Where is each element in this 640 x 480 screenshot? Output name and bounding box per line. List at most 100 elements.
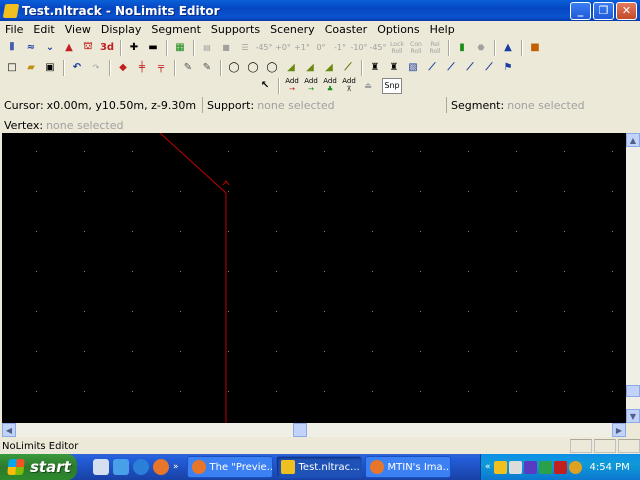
three-d-button[interactable]: 3d [98, 39, 116, 56]
warning-triangle-icon[interactable]: ▲ [499, 39, 517, 56]
block-b-icon[interactable]: ◢ [301, 59, 319, 76]
pointer-icon[interactable]: ↖ [256, 77, 274, 94]
menu-view[interactable]: View [60, 23, 96, 36]
stop-icon[interactable]: ⬣ [472, 39, 490, 56]
rotate-minus45-button[interactable]: -45° [255, 39, 273, 56]
undo-icon[interactable]: ↶ [68, 59, 86, 76]
add-beam-button[interactable]: Add → [302, 77, 320, 94]
cylinder-c-icon[interactable]: ◯ [263, 59, 281, 76]
double-pencil-icon[interactable]: ✎ [198, 59, 216, 76]
support-view-icon[interactable]: ⛫ [79, 39, 97, 56]
tray-security-icon[interactable] [538, 460, 552, 474]
track-piece-icon[interactable]: ◆ [114, 59, 132, 76]
taskbar-item-images[interactable]: MTIN's Ima... [364, 456, 451, 478]
rel-roll-button[interactable]: Rel Roll [426, 39, 444, 56]
chevron-right-icon[interactable]: » [173, 462, 179, 472]
rotate-minus10-button[interactable]: -10° [350, 39, 368, 56]
vertical-scroll-thumb[interactable] [626, 385, 640, 397]
scenery-icon[interactable]: ■ [526, 39, 544, 56]
menu-segment[interactable]: Segment [146, 23, 206, 36]
menu-file[interactable]: File [0, 23, 28, 36]
new-file-icon[interactable]: □ [3, 59, 21, 76]
cylinder-icon[interactable]: ◯ [225, 59, 243, 76]
help-icon[interactable] [93, 459, 109, 475]
scroll-left-icon[interactable]: ◀ [2, 423, 16, 437]
cylinder-b-icon[interactable]: ◯ [244, 59, 262, 76]
close-button[interactable]: ✕ [616, 1, 637, 20]
scroll-down-icon[interactable]: ▼ [626, 409, 640, 423]
redo-icon[interactable]: ↷ [87, 59, 105, 76]
track-segment-line[interactable] [159, 132, 227, 423]
menu-edit[interactable]: Edit [28, 23, 59, 36]
rotate-minus45-b-button[interactable]: -45° [369, 39, 387, 56]
edge-b-icon[interactable]: ⟋ [442, 59, 460, 76]
tray-network-icon[interactable] [523, 460, 537, 474]
flag-icon[interactable]: ⚑ [499, 59, 517, 76]
status-strip: Cursor: x0.00m, y10.50m, z-9.30m Support… [0, 96, 640, 114]
join-icon[interactable]: ╤ [152, 59, 170, 76]
square-icon[interactable]: ■ [217, 39, 235, 56]
editor-viewport[interactable] [2, 132, 626, 423]
start-button[interactable]: start [0, 454, 77, 480]
ground-icon[interactable]: ⏏ [359, 77, 377, 94]
vertex-marker[interactable] [222, 180, 230, 186]
snap-button[interactable]: Snp [382, 77, 402, 94]
align-icon[interactable]: ☰ [236, 39, 254, 56]
grid-icon[interactable]: ▦ [171, 39, 189, 56]
con-roll-button[interactable]: Con Roll [407, 39, 425, 56]
add-support-button[interactable]: Add ⊼ [340, 77, 358, 94]
tray-chrome-icon[interactable] [568, 460, 582, 474]
open-folder-icon[interactable]: ▰ [22, 59, 40, 76]
tray-app-icon[interactable] [493, 460, 507, 474]
menu-coaster[interactable]: Coaster [320, 23, 373, 36]
restore-button[interactable]: ❐ [593, 1, 614, 20]
tower-icon[interactable]: ♜ [366, 59, 384, 76]
save-icon[interactable]: ▣ [41, 59, 59, 76]
edge-c-icon[interactable]: ⟋ [461, 59, 479, 76]
minimize-button[interactable]: _ [570, 1, 591, 20]
edge-d-icon[interactable]: ⟋ [480, 59, 498, 76]
vertical-scrollbar[interactable]: ▲ ▼ [626, 133, 640, 423]
rotate-0-button[interactable]: 0° [312, 39, 330, 56]
rotate-plus1-button[interactable]: +1° [293, 39, 311, 56]
station-icon[interactable]: ▲ [60, 39, 78, 56]
taskbar-item-nltrack[interactable]: Test.nltrac... [275, 456, 362, 478]
block-icon[interactable]: ◢ [282, 59, 300, 76]
menu-display[interactable]: Display [96, 23, 147, 36]
rotate-plus0-button[interactable]: +0° [274, 39, 292, 56]
add-footer-button[interactable]: Add ♣ [321, 77, 339, 94]
scroll-up-icon[interactable]: ▲ [626, 133, 640, 147]
edge-icon[interactable]: ⟋ [423, 59, 441, 76]
image-icon[interactable]: ▧ [404, 59, 422, 76]
menu-scenery[interactable]: Scenery [265, 23, 320, 36]
tray-alert-icon[interactable] [553, 460, 567, 474]
scroll-right-icon[interactable]: ▶ [612, 423, 626, 437]
messenger-icon[interactable] [113, 459, 129, 475]
wave-track-icon[interactable]: ≈ [22, 39, 40, 56]
taskbar-item-preview[interactable]: The "Previe... [186, 456, 273, 478]
beam-icon[interactable]: ⟋ [339, 59, 357, 76]
menu-options[interactable]: Options [372, 23, 424, 36]
tray-monitor-icon[interactable] [508, 460, 522, 474]
tower-b-icon[interactable]: ♜ [385, 59, 403, 76]
viewport-canvas[interactable] [2, 132, 626, 423]
vertical-track-icon[interactable]: ⦀ [3, 39, 21, 56]
block-c-icon[interactable]: ◢ [320, 59, 338, 76]
pencil-icon[interactable]: ✎ [179, 59, 197, 76]
lock-roll-button[interactable]: Lock Roll [388, 39, 406, 56]
horizontal-scrollbar[interactable]: ◀ ▶ [2, 423, 626, 437]
rotate-minus1-button[interactable]: -1° [331, 39, 349, 56]
crosshair-icon[interactable]: ✚ [125, 39, 143, 56]
menu-help[interactable]: Help [425, 23, 460, 36]
split-icon[interactable]: ╪ [133, 59, 151, 76]
chevron-left-icon[interactable]: « [485, 462, 491, 472]
minus-icon[interactable]: ▬ [144, 39, 162, 56]
valley-track-icon[interactable]: ⌄ [41, 39, 59, 56]
horizontal-scroll-thumb[interactable] [293, 423, 307, 437]
firefox-icon[interactable] [153, 459, 169, 475]
traffic-light-icon[interactable]: ▮ [453, 39, 471, 56]
menu-supports[interactable]: Supports [206, 23, 265, 36]
table-icon[interactable]: ▤ [198, 39, 216, 56]
add-node-button[interactable]: Add → [283, 77, 301, 94]
internet-explorer-icon[interactable] [133, 459, 149, 475]
